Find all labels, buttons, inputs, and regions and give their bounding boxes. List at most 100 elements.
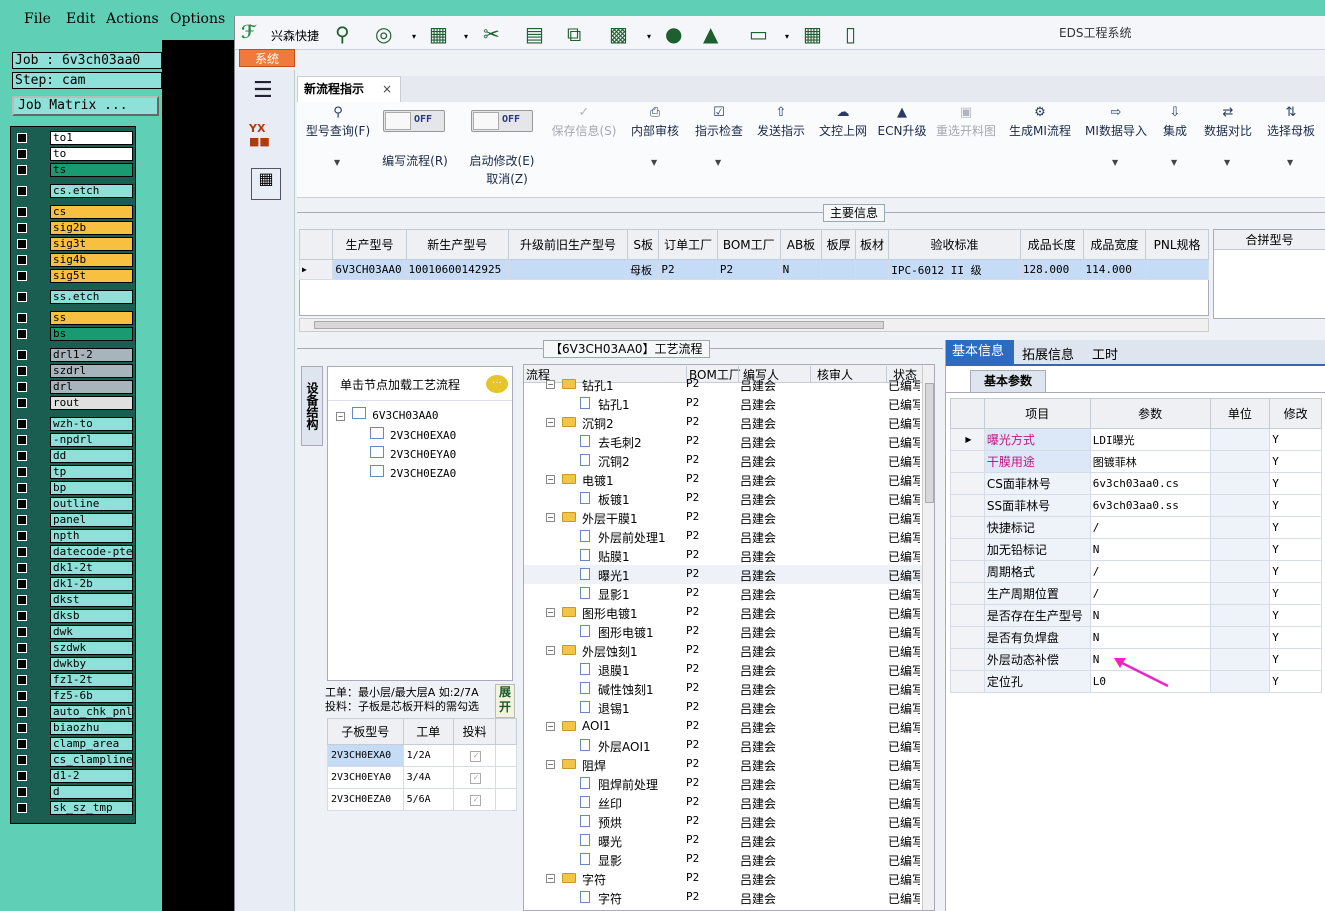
param-modify[interactable]: Y <box>1269 626 1322 649</box>
flow-row[interactable]: 外层前处理1 P2 吕建会 已编写 <box>524 527 924 546</box>
layer-row[interactable]: dk1-2b <box>17 577 133 591</box>
layer-checkbox[interactable] <box>17 271 27 281</box>
doc-online-button[interactable]: ☁ 文控上网 <box>815 104 871 139</box>
layer-row[interactable]: -npdrl <box>17 433 133 447</box>
copy-icon[interactable]: ⧉ <box>567 22 581 46</box>
collapse-icon[interactable]: − <box>546 418 555 427</box>
layer-row[interactable]: drl1-2 <box>17 348 133 362</box>
layer-row[interactable]: biaozhu <box>17 721 133 735</box>
layer-row[interactable]: d <box>17 785 133 799</box>
col-header[interactable]: PNL规格 <box>1145 229 1209 260</box>
child-order[interactable]: 3/4A <box>402 766 454 789</box>
param-unit[interactable] <box>1209 670 1271 693</box>
side-tab-equipment[interactable]: 设备结构 <box>301 366 323 446</box>
cell[interactable]: N <box>779 259 823 280</box>
layer-checkbox[interactable] <box>17 165 27 175</box>
layer-checkbox[interactable] <box>17 329 27 339</box>
cell[interactable] <box>1145 259 1209 280</box>
collapse-icon[interactable]: − <box>336 412 345 421</box>
child-row[interactable]: 2V3CH0EYA0 3/4A ✓ <box>327 766 518 789</box>
flow-row[interactable]: − 沉铜2 P2 吕建会 已编写 <box>524 413 924 432</box>
chevron-down-icon[interactable]: ▾ <box>412 32 416 41</box>
flow-row[interactable]: 外层AOI1 P2 吕建会 已编写 <box>524 736 924 755</box>
layer-checkbox[interactable] <box>17 739 27 749</box>
cancel-button[interactable]: 取消(Z) <box>477 170 537 187</box>
param-unit[interactable] <box>1209 648 1271 671</box>
param-row[interactable]: SS面菲林号 6v3ch03aa0.ss Y <box>950 494 1322 517</box>
checkbox-icon[interactable]: ✓ <box>470 750 482 762</box>
expand-button[interactable]: 展开 <box>495 684 515 718</box>
select-mother-board-button[interactable]: ⇅ 选择母板 ▼ <box>1263 104 1319 167</box>
layer-checkbox[interactable] <box>17 611 27 621</box>
area-chart-icon[interactable]: ▲ <box>703 22 718 46</box>
calculator-icon[interactable]: ▦ <box>251 168 281 200</box>
subtab-basic-params[interactable]: 基本参数 <box>970 370 1046 392</box>
chevron-down-icon[interactable]: ▾ <box>647 32 651 41</box>
layer-row[interactable]: wzh-to <box>17 417 133 431</box>
generate-mi-button[interactable]: ⚙ 生成MI流程 <box>1005 104 1075 139</box>
layer-row[interactable]: d1-2 <box>17 769 133 783</box>
layer-row[interactable]: cs_clampline <box>17 753 133 767</box>
layer-checkbox[interactable] <box>17 467 27 477</box>
col-header[interactable]: 板厚 <box>821 229 856 260</box>
menu-edit[interactable]: Edit <box>66 11 95 27</box>
param-modify[interactable]: Y <box>1269 450 1322 473</box>
layer-checkbox[interactable] <box>17 787 27 797</box>
menu-file[interactable]: File <box>24 11 51 27</box>
param-unit[interactable] <box>1209 604 1271 627</box>
param-value[interactable]: 图镀菲林 <box>1089 450 1211 473</box>
layer-checkbox[interactable] <box>17 398 27 408</box>
menu-actions[interactable]: Actions <box>106 11 159 27</box>
cell[interactable]: 10010600142925 <box>405 259 509 280</box>
param-modify[interactable]: Y <box>1269 604 1322 627</box>
param-modify[interactable]: Y <box>1269 670 1322 693</box>
child-order[interactable]: 5/6A <box>402 788 454 811</box>
layer-checkbox[interactable] <box>17 382 27 392</box>
collapse-icon[interactable]: − <box>546 760 555 769</box>
layer-checkbox[interactable] <box>17 547 27 557</box>
flow-row[interactable]: − 电镀1 P2 吕建会 已编写 <box>524 470 924 489</box>
checkbox-icon[interactable]: ✓ <box>470 772 482 784</box>
layer-checkbox[interactable] <box>17 627 27 637</box>
layer-row[interactable]: dkst <box>17 593 133 607</box>
collapse-icon[interactable]: − <box>546 513 555 522</box>
layer-row[interactable]: sig3t <box>17 237 133 251</box>
layer-row[interactable]: szdwk <box>17 641 133 655</box>
flow-row[interactable]: − 外层蚀刻1 P2 吕建会 已编写 <box>524 641 924 660</box>
param-modify[interactable]: Y <box>1269 472 1322 495</box>
param-unit[interactable] <box>1209 450 1271 473</box>
layer-checkbox[interactable] <box>17 675 27 685</box>
flow-row[interactable]: 退膜1 P2 吕建会 已编写 <box>524 660 924 679</box>
tree-child-node[interactable]: 2V3CH0EZA0 <box>370 465 456 480</box>
layer-checkbox[interactable] <box>17 223 27 233</box>
hamburger-menu-icon[interactable]: ☰ <box>253 78 273 103</box>
param-row[interactable]: 快捷标记 / Y <box>950 516 1322 539</box>
book-icon[interactable]: ▯ <box>845 22 856 46</box>
child-model[interactable]: 2V3CH0EZA0 <box>327 788 404 811</box>
col-header[interactable]: 新生产型号 <box>405 229 509 260</box>
flow-row[interactable]: − 钻孔1 P2 吕建会 已编写 <box>524 375 924 394</box>
layer-row[interactable]: panel <box>17 513 133 527</box>
col-header[interactable]: AB板 <box>779 229 823 260</box>
child-row[interactable]: 2V3CH0EZA0 5/6A ✓ <box>327 788 518 811</box>
layer-row[interactable]: dwkby <box>17 657 133 671</box>
param-row[interactable]: CS面菲林号 6v3ch03aa0.cs Y <box>950 472 1322 495</box>
collapse-icon[interactable]: − <box>546 874 555 883</box>
instruction-check-button[interactable]: ☑ 指示检查 ▼ <box>691 104 747 167</box>
cell[interactable] <box>821 259 856 280</box>
monitor-icon[interactable]: ▭ <box>749 22 768 46</box>
layer-row[interactable]: sk_sz_tmp <box>17 801 133 815</box>
param-unit[interactable] <box>1209 626 1271 649</box>
flow-row[interactable]: 字符 P2 吕建会 已编写 <box>524 888 924 907</box>
layer-checkbox[interactable] <box>17 133 27 143</box>
layer-checkbox[interactable] <box>17 595 27 605</box>
col-header[interactable]: 成品宽度 <box>1082 229 1147 260</box>
layer-checkbox[interactable] <box>17 435 27 445</box>
layer-row[interactable]: drl <box>17 380 133 394</box>
param-value[interactable]: / <box>1089 560 1211 583</box>
cell[interactable]: 114.000 <box>1082 259 1147 280</box>
flow-row[interactable]: − AOI1 P2 吕建会 已编写 <box>524 717 924 736</box>
param-unit[interactable] <box>1209 494 1271 517</box>
flow-row[interactable]: 沉铜2 P2 吕建会 已编写 <box>524 451 924 470</box>
param-unit[interactable] <box>1209 428 1271 451</box>
